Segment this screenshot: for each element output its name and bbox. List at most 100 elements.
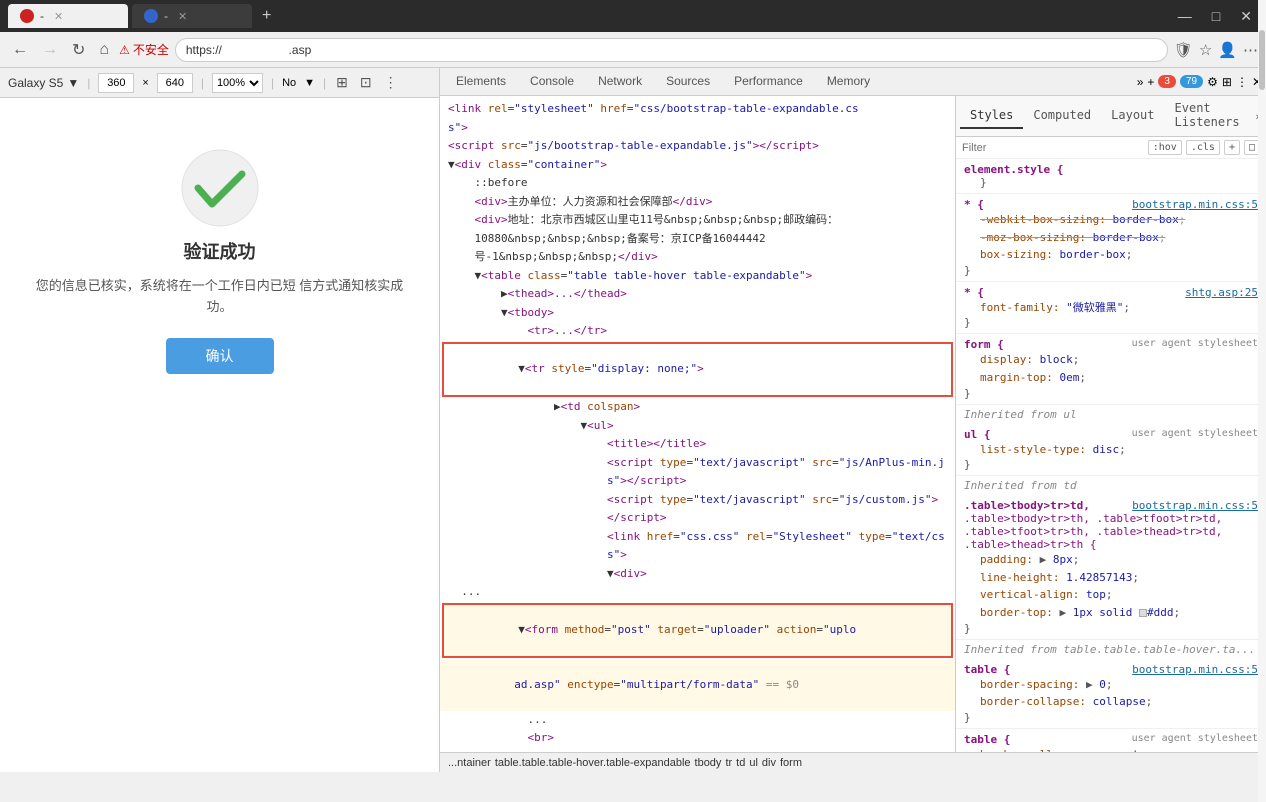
browser-tab-1[interactable]: - ✕ [8,4,128,28]
hov-button[interactable]: :hov [1148,140,1182,155]
html-line: ... [440,711,955,730]
tab2-label: - [164,9,168,23]
styles-filter-input[interactable] [962,142,1144,154]
breadcrumb-item[interactable]: ul [749,757,758,769]
cls-button[interactable]: .cls [1186,140,1220,155]
tab-layout[interactable]: Layout [1101,103,1164,129]
width-input[interactable] [98,73,134,93]
breadcrumb-item[interactable]: div [762,757,776,769]
refresh-button[interactable]: ↻ [68,38,89,62]
style-block-table-ua: table { user agent stylesheet border-col… [956,729,1266,752]
style-selector-cont: .table>tbody>tr>th, .table>tfoot>tr>td, [964,512,1258,525]
window-controls: — □ ✕ [1172,6,1258,27]
height-input[interactable] [157,73,193,93]
style-source[interactable]: shtg.asp:25 [1185,286,1258,299]
tab1-favicon [20,9,34,23]
html-line: <link href="css.css" rel="Stylesheet" ty… [440,528,955,547]
style-selector: form { [964,338,1004,351]
style-source[interactable]: bootstrap.min.css:5 [1132,499,1258,512]
warning-icon: ⚠ [119,43,130,57]
minimize-button[interactable]: — [1172,6,1198,26]
tab-network[interactable]: Network [586,70,654,94]
zoom-select[interactable]: 100% 75% 50% [212,73,263,93]
style-block-table-bootstrap: table { bootstrap.min.css:5 border-spaci… [956,659,1266,729]
device-name: Galaxy S5 [8,76,63,90]
extensions-icon[interactable]: 🛡 [1174,41,1193,59]
style-prop: box-sizing: border-box; [964,246,1258,264]
breadcrumb-item[interactable]: td [736,757,745,769]
toolbar-separator-1: | [87,76,90,90]
main-layout: Galaxy S5 ▼ | × | 100% 75% 50% | No ▼ | … [0,68,1266,772]
tab2-close[interactable]: ✕ [178,10,187,23]
tab-sources[interactable]: Sources [654,70,722,94]
confirm-button[interactable]: 确认 [166,338,274,374]
forward-button[interactable]: → [38,39,62,61]
style-selector: table { [964,663,1010,676]
more-toolbar-icon[interactable]: ⋮ [382,72,400,93]
breadcrumb-item[interactable]: form [780,757,802,769]
new-tab-button[interactable]: + [256,7,277,25]
sep-4: | [323,76,326,90]
browser-tab-2[interactable]: - ✕ [132,4,252,28]
tab1-close[interactable]: ✕ [54,10,63,23]
back-button[interactable]: ← [8,39,32,61]
style-selector-cont: .table>thead>tr>th { [964,538,1258,551]
url-input[interactable] [175,38,1168,62]
close-button[interactable]: ✕ [1234,6,1258,27]
devtools-dock-icon[interactable]: ⊞ [1222,75,1232,89]
capture-icon[interactable]: ⊞ [334,72,350,93]
tab-event-listeners[interactable]: Event Listeners [1165,96,1256,136]
breadcrumb-item[interactable]: table.table.table-hover.table-expandable [495,757,691,769]
throttle-dropdown[interactable]: ▼ [304,77,315,89]
tab-console[interactable]: Console [518,70,586,94]
devtools-more-icon[interactable]: ⋮ [1236,75,1248,89]
tab-styles[interactable]: Styles [960,103,1023,129]
tab1-label: - [40,9,44,23]
menu-icon[interactable]: ⋯ [1243,41,1258,59]
html-line-selected: ▼<form method="post" target="uploader" a… [442,603,953,659]
device-selector[interactable]: Galaxy S5 ▼ [8,76,79,90]
html-line: <script type="text/javascript" src="js/c… [440,491,955,510]
style-selector-cont: .table>tfoot>tr>th, .table>thead>tr>td, [964,525,1258,538]
preview-content: 验证成功 您的信息已核实，系统将在一个工作日内已短 信方式通知核实成功。 确认 [0,98,439,424]
breadcrumb-item[interactable]: tr [725,757,732,769]
bookmark-icon[interactable]: ☆ [1199,41,1212,59]
device-dropdown-icon: ▼ [67,76,79,90]
tab-computed[interactable]: Computed [1023,103,1101,129]
style-prop: font-family: "微软雅黑"; [964,299,1258,317]
devtools-new-panel[interactable]: + [1147,75,1154,89]
throttle-label: No [282,77,296,89]
style-source-ua: user agent stylesheet [1132,338,1258,349]
breadcrumb-item[interactable]: tbody [695,757,722,769]
style-block-star-shtg: * { shtg.asp:25 font-family: "微软雅黑"; } [956,282,1266,335]
style-block-element: element.style { } [956,159,1266,194]
tab-performance[interactable]: Performance [722,70,815,94]
html-line: <div>主办单位：人力资源和社会保障部</div> [440,193,955,212]
responsive-toolbar: Galaxy S5 ▼ | × | 100% 75% 50% | No ▼ | … [0,68,439,98]
style-selector: ul { [964,428,991,441]
style-close: } [964,458,1258,471]
style-source[interactable]: bootstrap.min.css:5 [1132,198,1258,211]
style-source[interactable]: bootstrap.min.css:5 [1132,663,1258,676]
add-style-button[interactable]: + [1224,140,1240,155]
tab-elements[interactable]: Elements [444,70,518,94]
mirror-icon[interactable]: ⊡ [358,72,374,93]
style-block-ul: ul { user agent stylesheet list-style-ty… [956,424,1266,477]
profile-icon[interactable]: 👤 [1218,41,1237,59]
security-badge: ⚠ 不安全 [119,41,169,58]
devtools-more-panels[interactable]: » [1137,75,1144,89]
html-tree[interactable]: <link rel="stylesheet" href="css/bootstr… [440,96,956,752]
devtools-tab-bar: Elements Console Network Sources Perform… [440,68,1266,96]
success-icon-container [180,148,260,228]
inherited-label-ul: Inherited from ul [956,405,1266,424]
devtools-settings-icon[interactable]: ⚙ [1207,75,1218,89]
tab-memory[interactable]: Memory [815,70,882,94]
html-line: ▼<tbody> [440,304,955,323]
home-button[interactable]: ⌂ [95,39,113,61]
html-line: s"> [440,546,955,565]
breadcrumb-item[interactable]: ...ntainer [448,757,491,769]
toolbar-separator-2: | [201,76,204,90]
html-line: ad.asp" enctype="multipart/form-data" ==… [440,659,955,711]
breadcrumb-bar: ...ntainer table.table.table-hover.table… [440,752,1266,772]
restore-button[interactable]: □ [1206,6,1226,26]
